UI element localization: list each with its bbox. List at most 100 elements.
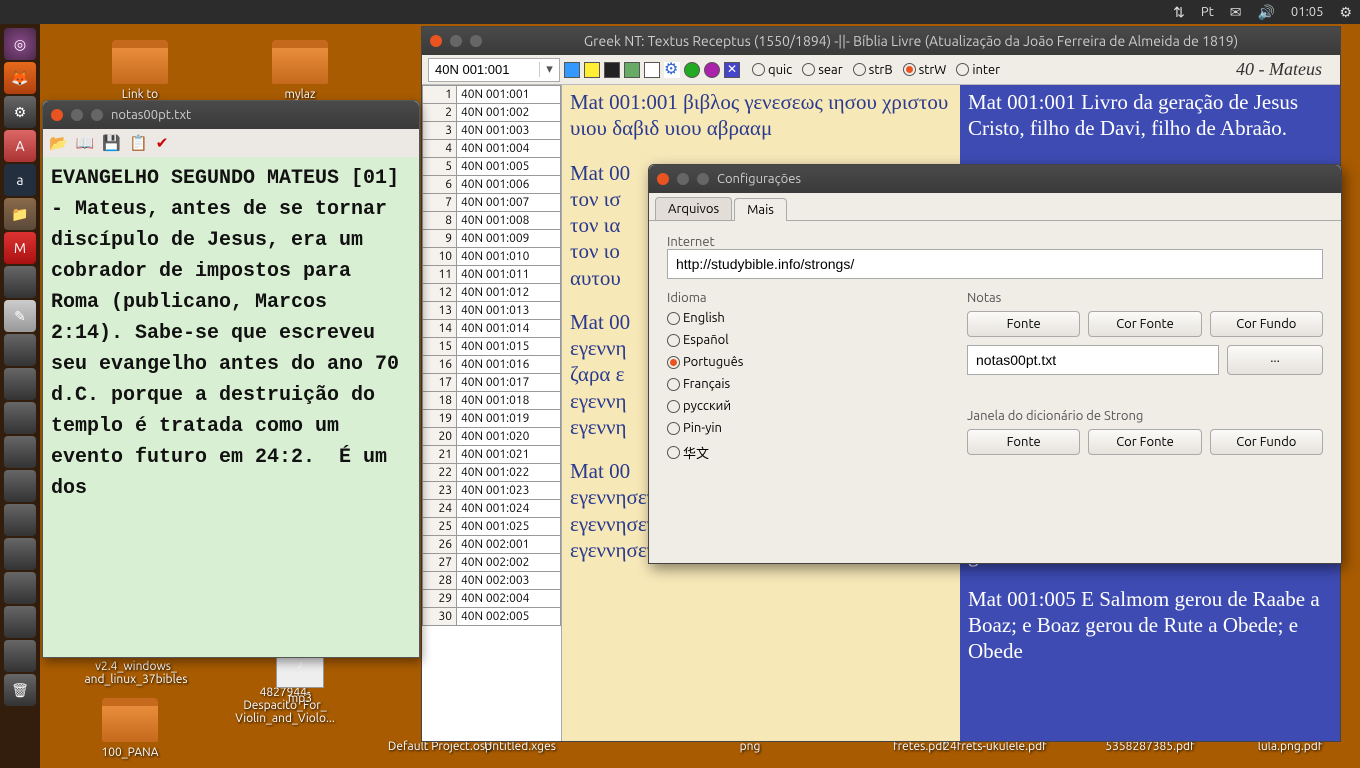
tool-btn-1[interactable]	[564, 62, 580, 78]
desktop-folder-linkto[interactable]: Link to	[90, 40, 190, 101]
tool-btn-5[interactable]	[644, 62, 660, 78]
radio-icon[interactable]	[802, 63, 815, 76]
table-row[interactable]: 1940N 001:019	[423, 410, 561, 428]
app-icon-13[interactable]	[4, 640, 36, 672]
table-row[interactable]: 2240N 001:022	[423, 464, 561, 482]
table-row[interactable]: 2640N 002:001	[423, 536, 561, 554]
settings-icon[interactable]: ⚙	[4, 96, 36, 128]
table-row[interactable]: 1340N 001:013	[423, 302, 561, 320]
language-option[interactable]: Português	[667, 355, 927, 369]
radio-icon[interactable]	[956, 63, 969, 76]
check-icon[interactable]: ✔	[156, 134, 169, 152]
app-icon-11[interactable]	[4, 572, 36, 604]
browse-button[interactable]: ...	[1227, 345, 1323, 375]
app-icon-5[interactable]	[4, 368, 36, 400]
radio-strB[interactable]: strB	[853, 63, 893, 77]
app-icon-2[interactable]	[4, 266, 36, 298]
maximize-icon[interactable]	[697, 173, 709, 185]
minimize-icon[interactable]	[450, 35, 462, 47]
radio-icon[interactable]	[667, 422, 680, 435]
table-row[interactable]: 840N 001:008	[423, 212, 561, 230]
tool-btn-6[interactable]: ⚙	[664, 62, 680, 78]
table-row[interactable]: 440N 001:004	[423, 140, 561, 158]
internet-input[interactable]	[667, 249, 1323, 279]
desktop-folder-pana[interactable]: 100_PANA	[80, 698, 180, 759]
notes-textarea[interactable]: EVANGELHO SEGUNDO MATEUS [01] - Mateus, …	[43, 157, 419, 657]
notes-file-input[interactable]	[967, 345, 1219, 375]
app-icon-4[interactable]	[4, 334, 36, 366]
mail-icon[interactable]: ✉	[1230, 4, 1242, 21]
table-row[interactable]: 1040N 001:010	[423, 248, 561, 266]
table-row[interactable]: 540N 001:005	[423, 158, 561, 176]
radio-icon[interactable]	[667, 378, 680, 391]
reference-input[interactable]	[429, 60, 539, 79]
radio-inter[interactable]: inter	[956, 63, 1000, 77]
radio-sear[interactable]: sear	[802, 63, 842, 77]
table-row[interactable]: 1540N 001:015	[423, 338, 561, 356]
app-icon-6[interactable]	[4, 402, 36, 434]
radio-icon[interactable]	[853, 63, 866, 76]
desktop-folder-mylaz[interactable]: mylaz	[250, 40, 350, 101]
radio-icon[interactable]	[667, 356, 680, 369]
language-option[interactable]: 华文	[667, 443, 927, 462]
bible-titlebar[interactable]: Greek NT: Textus Receptus (1550/1894) -|…	[422, 27, 1340, 55]
maximize-icon[interactable]	[470, 35, 482, 47]
dash-icon[interactable]: ◎	[4, 28, 36, 60]
table-row[interactable]: 2940N 002:004	[423, 590, 561, 608]
radio-icon[interactable]	[667, 446, 680, 459]
tool-btn-9[interactable]: ✕	[724, 62, 740, 78]
table-row[interactable]: 1140N 001:011	[423, 266, 561, 284]
software-icon[interactable]: A	[4, 130, 36, 162]
notas-cor-fonte-button[interactable]: Cor Fonte	[1088, 311, 1201, 337]
app-icon-9[interactable]	[4, 504, 36, 536]
maximize-icon[interactable]	[91, 109, 103, 121]
app-icon-12[interactable]	[4, 606, 36, 638]
radio-quic[interactable]: quic	[752, 63, 792, 77]
amazon-icon[interactable]: a	[4, 164, 36, 196]
table-row[interactable]: 340N 001:003	[423, 122, 561, 140]
notas-fonte-button[interactable]: Fonte	[967, 311, 1080, 337]
verse-index-table[interactable]: 140N 001:001240N 001:002340N 001:003440N…	[422, 85, 562, 741]
table-row[interactable]: 2440N 001:024	[423, 500, 561, 518]
close-icon[interactable]	[657, 173, 669, 185]
table-row[interactable]: 140N 001:001	[423, 86, 561, 104]
language-option[interactable]: Español	[667, 333, 927, 347]
tool-btn-8[interactable]	[704, 62, 720, 78]
settings-titlebar[interactable]: Configurações	[649, 165, 1341, 193]
book-icon[interactable]: 📖	[76, 134, 95, 152]
radio-icon[interactable]	[667, 334, 680, 347]
table-row[interactable]: 1840N 001:018	[423, 392, 561, 410]
clock[interactable]: 01:05	[1291, 5, 1324, 19]
language-option[interactable]: English	[667, 311, 927, 325]
radio-strW[interactable]: strW	[903, 63, 947, 77]
table-row[interactable]: 2340N 001:023	[423, 482, 561, 500]
desktop-file-v24[interactable]: v2.4_windows_ and_linux_37bibles	[66, 660, 206, 686]
open-icon[interactable]: 📂	[49, 134, 68, 152]
table-row[interactable]: 2740N 002:002	[423, 554, 561, 572]
app-icon-1[interactable]: M	[4, 232, 36, 264]
desktop-file-mp3[interactable]: ♪mp3	[250, 656, 350, 705]
radio-icon[interactable]	[667, 400, 680, 413]
network-icon[interactable]: ⇅	[1173, 4, 1185, 21]
gear-icon[interactable]: ⚙	[1339, 4, 1352, 21]
table-row[interactable]: 1240N 001:012	[423, 284, 561, 302]
minimize-icon[interactable]	[677, 173, 689, 185]
table-row[interactable]: 2040N 001:020	[423, 428, 561, 446]
minimize-icon[interactable]	[71, 109, 83, 121]
table-row[interactable]: 740N 001:007	[423, 194, 561, 212]
save-icon[interactable]: 💾	[102, 134, 121, 152]
app-icon-3[interactable]: ✎	[4, 300, 36, 332]
radio-icon[interactable]	[667, 312, 680, 325]
reference-combo[interactable]: ▾	[428, 58, 560, 82]
language-option[interactable]: русский	[667, 399, 927, 413]
table-row[interactable]: 2840N 002:003	[423, 572, 561, 590]
files-icon[interactable]: 📁	[4, 198, 36, 230]
table-row[interactable]: 2140N 001:021	[423, 446, 561, 464]
table-row[interactable]: 640N 001:006	[423, 176, 561, 194]
copy-icon[interactable]: 📋	[129, 134, 148, 152]
close-icon[interactable]	[51, 109, 63, 121]
tool-btn-2[interactable]	[584, 62, 600, 78]
firefox-icon[interactable]: 🦊	[4, 62, 36, 94]
strong-cor-fundo-button[interactable]: Cor Fundo	[1210, 429, 1323, 455]
language-option[interactable]: Français	[667, 377, 927, 391]
